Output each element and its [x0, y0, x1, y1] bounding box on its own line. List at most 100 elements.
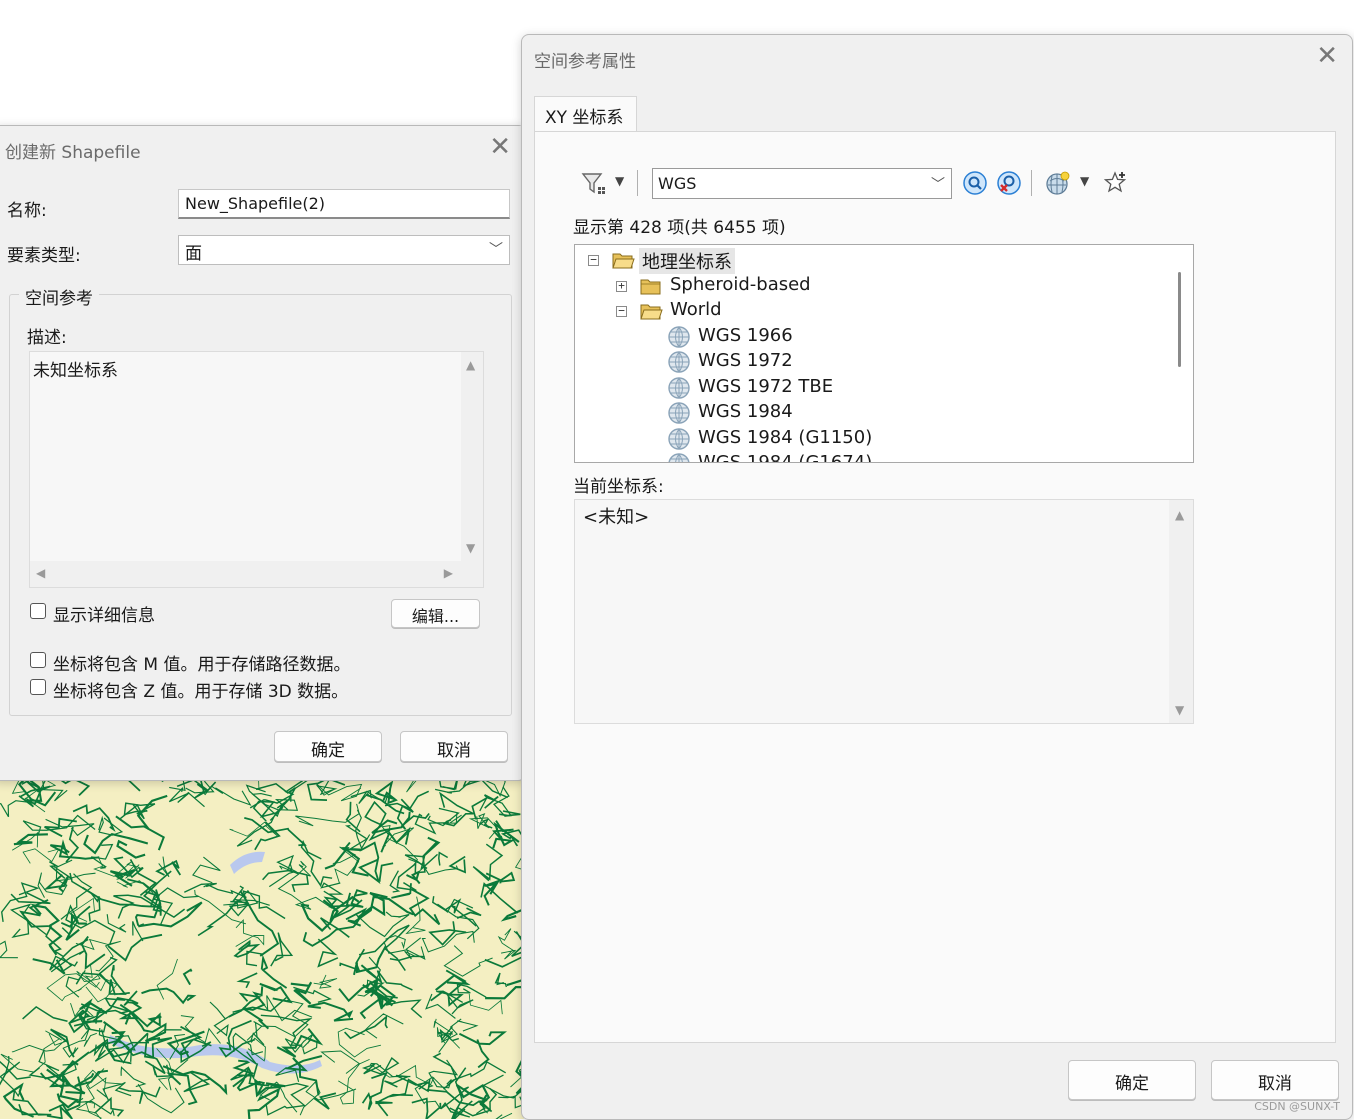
toolbar-separator — [1031, 170, 1032, 196]
map-line — [313, 974, 338, 989]
tree-node[interactable]: WGS 1972 TBE — [575, 375, 1165, 400]
map-line — [260, 954, 288, 989]
tab-xy-coordinate-system[interactable]: XY 坐标系 — [534, 96, 637, 132]
z-values-checkbox[interactable] — [30, 679, 46, 695]
tree-node[interactable]: WGS 1984 (G1674) — [575, 451, 1165, 463]
vertical-scrollbar[interactable]: ▲ ▼ — [461, 352, 483, 561]
map-line — [19, 899, 49, 928]
feature-type-label: 要素类型: — [7, 246, 81, 266]
map-line — [471, 794, 499, 820]
coordinate-system-tree[interactable]: − 地理坐标系 + Spheroid-based − World WGS 1966 WGS 1… — [574, 244, 1194, 463]
map-line — [83, 832, 149, 855]
scroll-down-icon[interactable]: ▼ — [1175, 703, 1184, 717]
map-line — [141, 987, 197, 1005]
map-line — [472, 843, 504, 882]
tree-node[interactable]: WGS 1984 — [575, 400, 1165, 425]
scroll-left-icon[interactable]: ◀ — [36, 566, 45, 580]
tree-node-label: WGS 1984 (G1150) — [698, 426, 873, 448]
map-line — [185, 780, 215, 794]
tree-node-label: WGS 1972 TBE — [698, 375, 834, 397]
map-line — [96, 1081, 132, 1101]
watermark: CSDN @SUNX-T — [1254, 1100, 1340, 1113]
close-icon[interactable]: ✕ — [1316, 43, 1338, 69]
favorite-add-icon[interactable] — [1103, 170, 1129, 196]
ok-button[interactable]: 确定 — [1068, 1060, 1196, 1100]
scroll-down-icon[interactable]: ▼ — [466, 541, 475, 555]
tree-node-label: WGS 1984 (G1674) — [698, 452, 873, 463]
horizontal-scrollbar[interactable]: ◀ ▶ — [30, 561, 483, 587]
filter-icon[interactable] — [580, 170, 608, 196]
name-input[interactable]: New_Shapefile(2) — [178, 189, 510, 219]
tree-node[interactable]: WGS 1972 — [575, 349, 1165, 374]
map-line — [389, 870, 401, 893]
map-line — [254, 821, 281, 851]
globe-add-icon[interactable] — [1044, 170, 1072, 196]
search-icon[interactable] — [962, 170, 988, 196]
scroll-up-icon[interactable]: ▲ — [466, 358, 475, 372]
map-line — [421, 930, 475, 953]
map-line — [307, 1001, 354, 1022]
tree-node[interactable]: − World — [575, 298, 1165, 323]
current-coordinate-system-box: <未知> ▲ ▼ — [574, 499, 1194, 724]
map-line — [284, 1033, 314, 1054]
globe-icon — [668, 325, 690, 348]
globe-dropdown-icon[interactable]: ▼ — [1080, 174, 1089, 188]
map-line — [93, 1096, 125, 1117]
map-line — [457, 1020, 479, 1032]
map-line — [339, 948, 366, 972]
cancel-button[interactable]: 取消 — [400, 731, 508, 762]
map-line — [458, 1031, 507, 1046]
map-line — [107, 933, 163, 962]
map-line — [428, 921, 467, 946]
folder-open-icon — [640, 304, 663, 320]
map-line — [443, 1060, 507, 1090]
map-line — [320, 1050, 361, 1074]
map-line — [233, 939, 261, 958]
ok-button[interactable]: 确定 — [274, 731, 382, 762]
tree-node[interactable]: WGS 1966 — [575, 324, 1165, 349]
expand-icon[interactable]: + — [616, 280, 627, 292]
globe-icon — [668, 351, 690, 373]
show-details-checkbox[interactable] — [30, 603, 46, 619]
map-line — [448, 855, 467, 874]
map-line — [482, 1074, 524, 1099]
collapse-icon[interactable]: − — [616, 305, 627, 317]
map-line — [0, 1030, 62, 1073]
map-line — [118, 1086, 161, 1105]
tree-node-label: World — [670, 299, 722, 320]
map-line — [95, 997, 132, 1024]
filter-dropdown-icon[interactable]: ▼ — [615, 174, 624, 188]
map-line — [9, 903, 47, 939]
map-line — [432, 1052, 458, 1082]
tree-node[interactable]: + Spheroid-based — [575, 273, 1165, 298]
tree-node[interactable]: WGS 1984 (G1150) — [575, 426, 1165, 451]
spatial-reference-group-label: 空间参考 — [19, 284, 99, 309]
map-line — [353, 945, 387, 976]
scroll-right-icon[interactable]: ▶ — [444, 566, 453, 580]
map-line — [483, 879, 501, 906]
collapse-icon[interactable]: − — [588, 254, 599, 266]
map-line — [137, 1083, 185, 1114]
map-line — [84, 1069, 123, 1091]
cancel-button[interactable]: 取消 — [1211, 1060, 1339, 1100]
scroll-thumb[interactable] — [1178, 272, 1181, 367]
vertical-scrollbar[interactable]: ▲ ▼ — [1169, 500, 1193, 723]
tree-node[interactable]: − 地理坐标系 — [575, 247, 1165, 274]
m-values-label: 坐标将包含 M 值。用于存储路径数据。 — [53, 655, 351, 675]
edit-button[interactable]: 编辑... — [391, 599, 480, 628]
map-line — [260, 1014, 313, 1046]
feature-type-select[interactable]: 面 ﹀ — [178, 235, 510, 265]
titlebar: 空间参考属性 ✕ — [522, 35, 1352, 79]
close-icon[interactable]: ✕ — [489, 134, 511, 160]
m-values-checkbox[interactable] — [30, 652, 46, 668]
search-combobox[interactable]: WGS ﹀ — [652, 168, 952, 199]
map-line — [432, 896, 477, 927]
map-line — [115, 815, 165, 851]
map-line — [290, 981, 313, 1005]
scroll-up-icon[interactable]: ▲ — [1175, 508, 1184, 522]
clear-search-icon[interactable] — [996, 170, 1022, 196]
map-line — [338, 1059, 370, 1105]
tree-scrollbar[interactable] — [1167, 245, 1193, 462]
map-line — [247, 1087, 281, 1119]
map-line — [438, 851, 449, 866]
